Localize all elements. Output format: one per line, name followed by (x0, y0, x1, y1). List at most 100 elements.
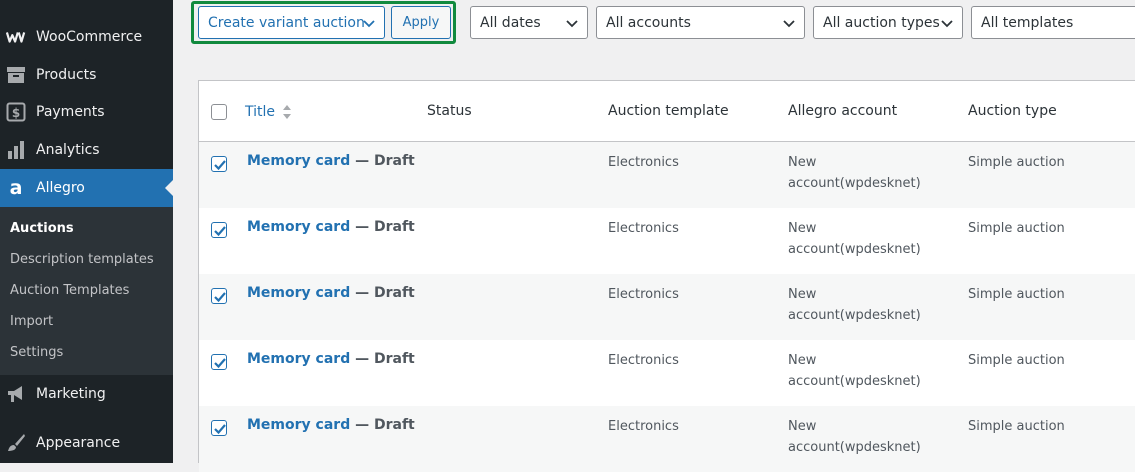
table-row: Memory card — Draft Electronics New acco… (199, 142, 1135, 208)
account-cell: New account(wpdesknet) (788, 152, 921, 194)
table-header: Title Status Auction template Allegro ac… (199, 81, 1135, 142)
auction-type-cell: Simple auction (968, 155, 1065, 170)
menu-label: Products (36, 67, 97, 83)
table-row: Memory card — Draft Electronics New acco… (199, 208, 1135, 274)
accounts-filter-select[interactable]: All accounts (596, 6, 805, 39)
post-state: — Draft (350, 153, 415, 169)
submenu-item-description-templates[interactable]: Description templates (10, 252, 154, 267)
auction-title-link[interactable]: Memory card (247, 417, 350, 433)
submenu-item-import[interactable]: Import (10, 314, 53, 329)
column-header-auction-type: Auction type (968, 103, 1057, 119)
menu-item-allegro[interactable]: a Allegro (0, 169, 173, 207)
dates-filter-value: All dates (480, 14, 541, 31)
auction-type-cell: Simple auction (968, 353, 1065, 368)
templates-filter-select[interactable]: All templates (971, 6, 1135, 39)
account-cell: New account(wpdesknet) (788, 416, 921, 458)
woocommerce-icon (6, 27, 26, 47)
template-cell: Electronics (608, 419, 679, 434)
column-header-title[interactable]: Title (245, 103, 292, 121)
account-cell: New account(wpdesknet) (788, 284, 921, 326)
auction-type-cell: Simple auction (968, 287, 1065, 302)
template-cell: Electronics (608, 221, 679, 236)
paintbrush-icon (6, 433, 26, 453)
auction-title-link[interactable]: Memory card (247, 285, 350, 301)
dates-filter-select[interactable]: All dates (470, 6, 588, 39)
chevron-down-icon (566, 20, 578, 28)
auction-types-filter-select[interactable]: All auction types (813, 6, 963, 39)
template-cell: Electronics (608, 155, 679, 170)
menu-item-marketing[interactable]: Marketing (0, 375, 173, 413)
account-line: account(wpdesknet) (788, 374, 921, 389)
admin-sidebar: WooCommerce Products $ Payments Analytic… (0, 0, 173, 463)
dollar-sign-icon: $ (6, 102, 26, 122)
menu-item-appearance[interactable]: Appearance (0, 424, 173, 462)
post-state: — Draft (350, 219, 415, 235)
title-cell: Memory card — Draft (247, 417, 415, 433)
row-checkbox[interactable] (211, 288, 227, 304)
title-cell: Memory card — Draft (247, 351, 415, 367)
account-line: New (788, 221, 817, 236)
table-row: Memory card — Draft Electronics New acco… (199, 340, 1135, 406)
accounts-filter-value: All accounts (606, 14, 691, 31)
row-checkbox[interactable] (211, 222, 227, 238)
apply-button[interactable]: Apply (391, 6, 451, 39)
auction-title-link[interactable]: Memory card (247, 219, 350, 235)
chevron-down-icon (941, 20, 953, 28)
post-state: — Draft (350, 351, 415, 367)
auction-types-filter-value: All auction types (823, 14, 940, 31)
auction-type-cell: Simple auction (968, 221, 1065, 236)
account-line: account(wpdesknet) (788, 242, 921, 257)
row-checkbox[interactable] (211, 420, 227, 436)
auctions-table: Title Status Auction template Allegro ac… (198, 80, 1135, 472)
auction-type-cell: Simple auction (968, 419, 1065, 434)
menu-label: Allegro (36, 180, 85, 196)
templates-filter-value: All templates (981, 14, 1074, 31)
checkmark-icon (214, 160, 226, 171)
chevron-down-icon (783, 20, 795, 28)
checkmark-icon (214, 424, 226, 435)
post-state: — Draft (350, 417, 415, 433)
menu-item-payments[interactable]: $ Payments (0, 93, 173, 131)
post-state: — Draft (350, 285, 415, 301)
account-line: New (788, 353, 817, 368)
account-line: account(wpdesknet) (788, 308, 921, 323)
submenu-item-auction-templates[interactable]: Auction Templates (10, 283, 129, 298)
account-cell: New account(wpdesknet) (788, 350, 921, 392)
auction-title-link[interactable]: Memory card (247, 351, 350, 367)
svg-text:a: a (10, 178, 23, 198)
sort-icon (283, 105, 292, 119)
select-all-checkbox[interactable] (211, 104, 227, 120)
account-cell: New account(wpdesknet) (788, 218, 921, 260)
row-checkbox[interactable] (211, 354, 227, 370)
menu-label: Payments (36, 104, 105, 120)
template-cell: Electronics (608, 353, 679, 368)
bulk-action-select[interactable]: Create variant auction (198, 6, 385, 39)
bar-chart-icon (6, 140, 26, 160)
submenu-item-auctions[interactable]: Auctions (10, 221, 74, 236)
menu-item-products[interactable]: Products (0, 56, 173, 94)
checkmark-icon (214, 226, 226, 237)
menu-label: Marketing (36, 386, 106, 402)
allegro-submenu: Auctions Description templates Auction T… (0, 207, 173, 375)
svg-text:$: $ (12, 106, 20, 120)
archive-box-icon (6, 65, 26, 85)
menu-label: Analytics (36, 142, 100, 158)
account-line: account(wpdesknet) (788, 440, 921, 455)
table-row: Memory card — Draft Electronics New acco… (199, 274, 1135, 340)
account-line: New (788, 419, 817, 434)
account-line: New (788, 287, 817, 302)
chevron-down-icon (363, 20, 375, 28)
menu-item-woocommerce[interactable]: WooCommerce (0, 18, 173, 56)
submenu-item-settings[interactable]: Settings (10, 345, 63, 360)
allegro-logo-icon: a (6, 178, 26, 198)
menu-label: Appearance (36, 435, 121, 451)
auction-title-link[interactable]: Memory card (247, 153, 350, 169)
checkmark-icon (214, 358, 226, 369)
template-cell: Electronics (608, 287, 679, 302)
row-checkbox[interactable] (211, 156, 227, 172)
table-row: Memory card — Draft Electronics New acco… (199, 406, 1135, 472)
title-cell: Memory card — Draft (247, 219, 415, 235)
title-cell: Memory card — Draft (247, 153, 415, 169)
bulk-action-value: Create variant auction (208, 14, 365, 31)
menu-item-analytics[interactable]: Analytics (0, 131, 173, 169)
